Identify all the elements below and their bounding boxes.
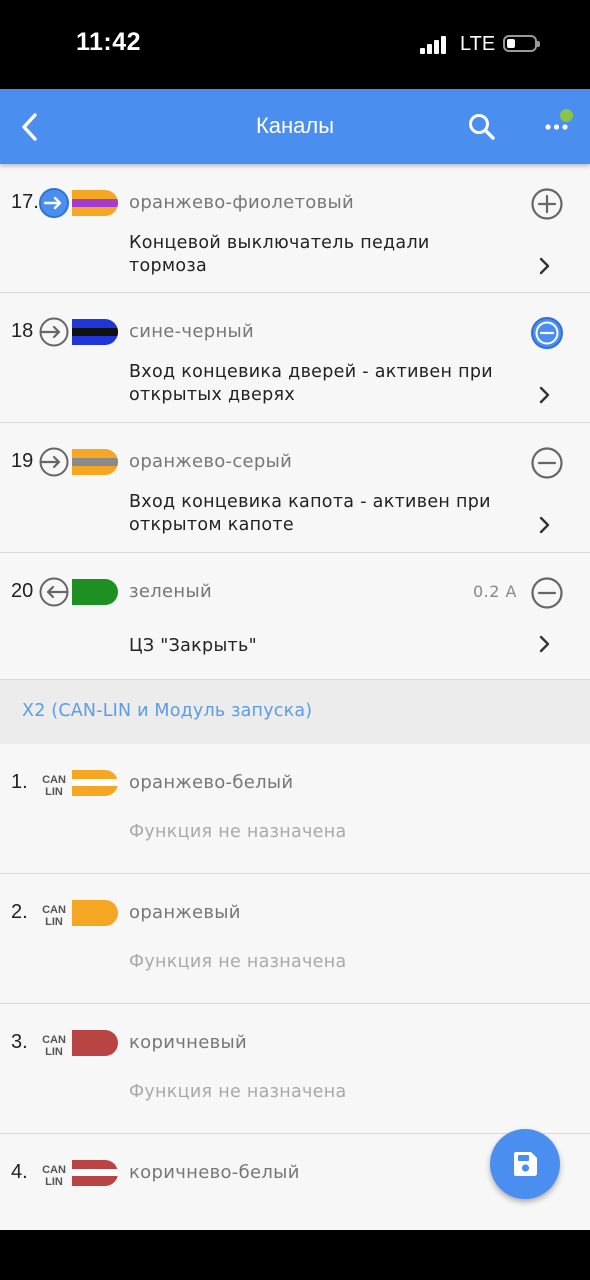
- chevron-right-icon[interactable]: [534, 515, 554, 535]
- notification-dot: [560, 109, 573, 122]
- can-lin-badge: CAN LIN: [42, 1034, 66, 1058]
- wire-color-name: оранжево-фиолетовый: [129, 192, 355, 213]
- network-type: LTE: [460, 33, 496, 55]
- wire-color-name: сине-черный: [129, 321, 255, 342]
- wire-color-swatch: [72, 1160, 118, 1186]
- channel-function: Вход концевика капота - активен при откр…: [129, 492, 491, 535]
- channels-list: 17. оранжево-фиолетовый Концевой выключа…: [0, 164, 590, 1230]
- save-icon: [514, 1152, 537, 1176]
- wire-color-swatch: [72, 579, 118, 605]
- channel-function: ЦЗ "Закрыть": [129, 636, 258, 656]
- channel-number: 4.: [11, 1161, 28, 1183]
- channel-number: 2.: [11, 901, 28, 923]
- wire-color-name: оранжево-белый: [129, 772, 294, 793]
- wire-color-swatch: [72, 190, 118, 216]
- channel-function: Функция не назначена: [129, 1082, 347, 1102]
- channel-function: Вход концевика дверей - активен при откр…: [129, 362, 493, 405]
- search-button[interactable]: [466, 111, 498, 143]
- wire-color-swatch: [72, 900, 118, 926]
- battery-icon: [503, 35, 540, 52]
- wire-color-name: коричнево-белый: [129, 1162, 300, 1183]
- channel-number: 1.: [11, 771, 28, 793]
- chevron-right-icon[interactable]: [534, 256, 554, 276]
- channel-number: 20: [11, 580, 34, 602]
- status-bar: 11:42 LTE: [0, 0, 590, 89]
- remove-circle-active-icon[interactable]: [530, 316, 564, 350]
- wire-color-swatch: [72, 449, 118, 475]
- chevron-right-icon[interactable]: [534, 385, 554, 405]
- output-arrow-icon: [39, 577, 69, 607]
- wire-color-swatch: [72, 1030, 118, 1056]
- channel-number: 17.: [11, 191, 37, 213]
- wire-color-name: оранжевый: [129, 902, 241, 923]
- channel-number: 18: [11, 320, 34, 342]
- channel-function: Концевой выключатель педали тормоза: [129, 233, 430, 276]
- section-header: X2 (CAN-LIN и Модуль запуска): [0, 680, 590, 744]
- search-icon: [469, 114, 495, 140]
- wire-color-name: коричневый: [129, 1032, 248, 1053]
- remove-circle-icon[interactable]: [530, 576, 564, 610]
- input-arrow-icon: [39, 447, 69, 477]
- input-selected-icon: [39, 188, 69, 218]
- can-lin-badge: CAN LIN: [42, 1164, 66, 1188]
- page-title: Каналы: [255, 113, 335, 138]
- channel-row[interactable]: 1. CAN LIN оранжево-белый Функция не назн…: [0, 744, 590, 874]
- input-arrow-icon: [39, 317, 69, 347]
- channel-number: 3.: [11, 1031, 28, 1053]
- channel-function: Функция не назначена: [129, 952, 347, 972]
- wire-color-name: зеленый: [129, 581, 213, 602]
- wire-color-swatch: [72, 319, 118, 345]
- channel-function: Функция не назначена: [129, 822, 347, 842]
- channel-row[interactable]: 18 сине-черный Вход концевика дверей - а…: [0, 293, 590, 423]
- channel-row[interactable]: 17. оранжево-фиолетовый Концевой выключа…: [0, 164, 590, 293]
- section-title: X2 (CAN-LIN и Модуль запуска): [22, 701, 313, 721]
- wire-color-swatch: [72, 770, 118, 796]
- channel-row[interactable]: 2. CAN LIN оранжевый Функция не назначена: [0, 874, 590, 1004]
- bottom-bar: [0, 1230, 590, 1280]
- current-value: 0.2 A: [473, 582, 517, 601]
- channel-row[interactable]: 19 оранжево-серый Вход концевика капота …: [0, 423, 590, 553]
- can-lin-badge: CAN LIN: [42, 774, 66, 798]
- signal-icon: [420, 36, 450, 54]
- can-lin-badge: CAN LIN: [42, 904, 66, 928]
- app-bar: Каналы: [0, 89, 590, 164]
- save-button[interactable]: [490, 1129, 560, 1199]
- wire-color-name: оранжево-серый: [129, 451, 293, 472]
- channel-row[interactable]: 3. CAN LIN коричневый Функция не назначен…: [0, 1004, 590, 1134]
- more-button[interactable]: [542, 109, 582, 143]
- channel-number: 19: [11, 450, 34, 472]
- remove-circle-icon[interactable]: [530, 446, 564, 480]
- chevron-right-icon[interactable]: [534, 634, 554, 654]
- add-circle-icon[interactable]: [530, 187, 564, 221]
- status-time: 11:42: [76, 28, 142, 56]
- channel-row[interactable]: 20 зеленый 0.2 A ЦЗ "Закрыть": [0, 553, 590, 680]
